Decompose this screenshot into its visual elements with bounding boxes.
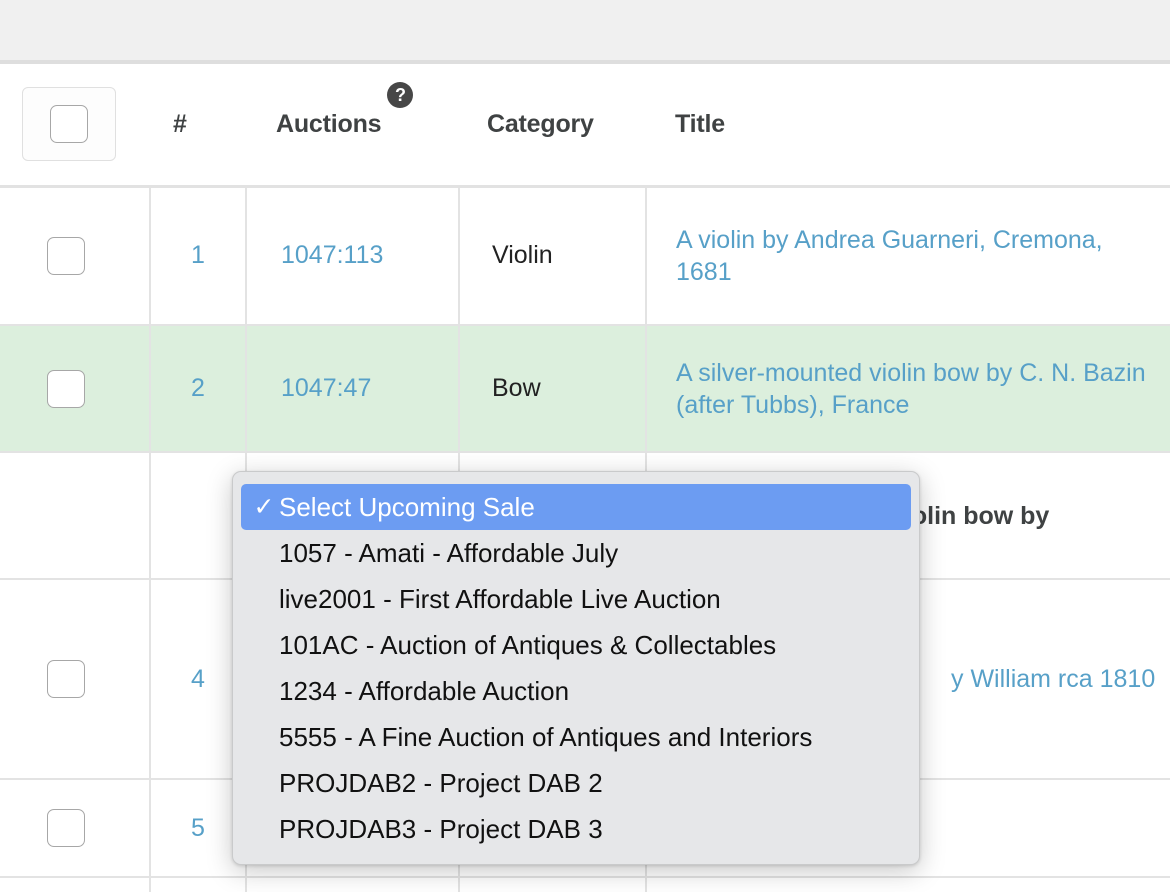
row-auction-link[interactable]: 1047:113 xyxy=(246,186,460,326)
column-header-category-label: Category xyxy=(487,109,594,138)
row-select-cell[interactable] xyxy=(0,779,151,878)
row-number-cell xyxy=(150,877,247,892)
dropdown-option-1-label: 1057 - Amati - Affordable July xyxy=(279,538,619,568)
table-row[interactable] xyxy=(0,877,1170,892)
column-header-auctions[interactable]: Auctions ? xyxy=(246,64,459,188)
dropdown-option-6[interactable]: PROJDAB2 - Project DAB 2 xyxy=(233,760,919,806)
table-row[interactable]: 2 1047:47 Bow A silver-mounted violin bo… xyxy=(0,325,1170,453)
column-header-number-label: # xyxy=(173,109,187,138)
dropdown-option-1[interactable]: 1057 - Amati - Affordable July xyxy=(233,530,919,576)
table-row[interactable]: 1 1047:113 Violin A violin by Andrea Gua… xyxy=(0,186,1170,326)
table-header-row: # Auctions ? Category Title xyxy=(0,64,1170,188)
row-select-cell[interactable] xyxy=(0,186,151,326)
row-auction-link[interactable] xyxy=(246,877,460,892)
row-number-cell: 2 xyxy=(150,325,247,453)
dropdown-option-6-label: PROJDAB2 - Project DAB 2 xyxy=(279,768,603,798)
row-title-link[interactable] xyxy=(646,877,1170,892)
row-category-cell: Violin xyxy=(459,186,647,326)
row-select-cell[interactable] xyxy=(0,452,151,580)
row-checkbox[interactable] xyxy=(47,809,85,847)
upcoming-sale-dropdown[interactable]: ✓ Select Upcoming Sale 1057 - Amati - Af… xyxy=(232,471,920,865)
row-auction-link[interactable]: 1047:47 xyxy=(246,325,460,453)
row-select-cell[interactable] xyxy=(0,325,151,453)
column-header-category[interactable]: Category xyxy=(459,64,646,188)
column-header-title-label: Title xyxy=(675,109,725,138)
row-checkbox[interactable] xyxy=(47,236,85,275)
top-chrome-band xyxy=(0,0,1170,60)
column-header-select xyxy=(0,64,150,188)
table-header: # Auctions ? Category Title xyxy=(0,64,1170,188)
row-number-cell: 1 xyxy=(150,186,247,326)
column-header-auctions-label: Auctions ? xyxy=(276,81,414,139)
page-root: # Auctions ? Category Title 1 1047:113 V… xyxy=(0,0,1170,892)
column-header-auctions-text: Auctions xyxy=(276,109,382,138)
dropdown-option-2-label: live2001 - First Affordable Live Auction xyxy=(279,584,721,614)
dropdown-option-3-label: 101AC - Auction of Antiques & Collectabl… xyxy=(279,630,777,660)
column-header-title[interactable]: Title xyxy=(646,64,1170,188)
dropdown-option-4[interactable]: 1234 - Affordable Auction xyxy=(233,668,919,714)
dropdown-option-4-label: 1234 - Affordable Auction xyxy=(279,676,570,706)
dropdown-option-2[interactable]: live2001 - First Affordable Live Auction xyxy=(233,576,919,622)
row-category-cell: Bow xyxy=(459,325,647,453)
row-select-cell[interactable] xyxy=(0,877,151,892)
dropdown-option-7-label: PROJDAB3 - Project DAB 3 xyxy=(279,814,603,844)
column-header-number[interactable]: # xyxy=(150,64,246,188)
dropdown-option-0-label: Select Upcoming Sale xyxy=(279,492,535,522)
help-icon[interactable]: ? xyxy=(387,81,414,108)
check-icon: ✓ xyxy=(253,493,275,521)
select-all-checkbox[interactable] xyxy=(50,105,88,144)
select-all-wrapper[interactable] xyxy=(22,87,116,162)
dropdown-option-0[interactable]: ✓ Select Upcoming Sale xyxy=(241,484,911,530)
dropdown-option-5-label: 5555 - A Fine Auction of Antiques and In… xyxy=(279,722,813,752)
row-select-cell[interactable] xyxy=(0,579,151,780)
row-title-link[interactable]: A violin by Andrea Guarneri, Cremona, 16… xyxy=(646,186,1170,326)
dropdown-option-5[interactable]: 5555 - A Fine Auction of Antiques and In… xyxy=(233,714,919,760)
dropdown-option-7[interactable]: PROJDAB3 - Project DAB 3 xyxy=(233,806,919,852)
dropdown-option-3[interactable]: 101AC - Auction of Antiques & Collectabl… xyxy=(233,622,919,668)
row-checkbox[interactable] xyxy=(47,660,85,698)
row-checkbox[interactable] xyxy=(47,369,85,408)
row-title-link[interactable]: A silver-mounted violin bow by C. N. Baz… xyxy=(646,325,1170,453)
row-category-cell xyxy=(459,877,647,892)
